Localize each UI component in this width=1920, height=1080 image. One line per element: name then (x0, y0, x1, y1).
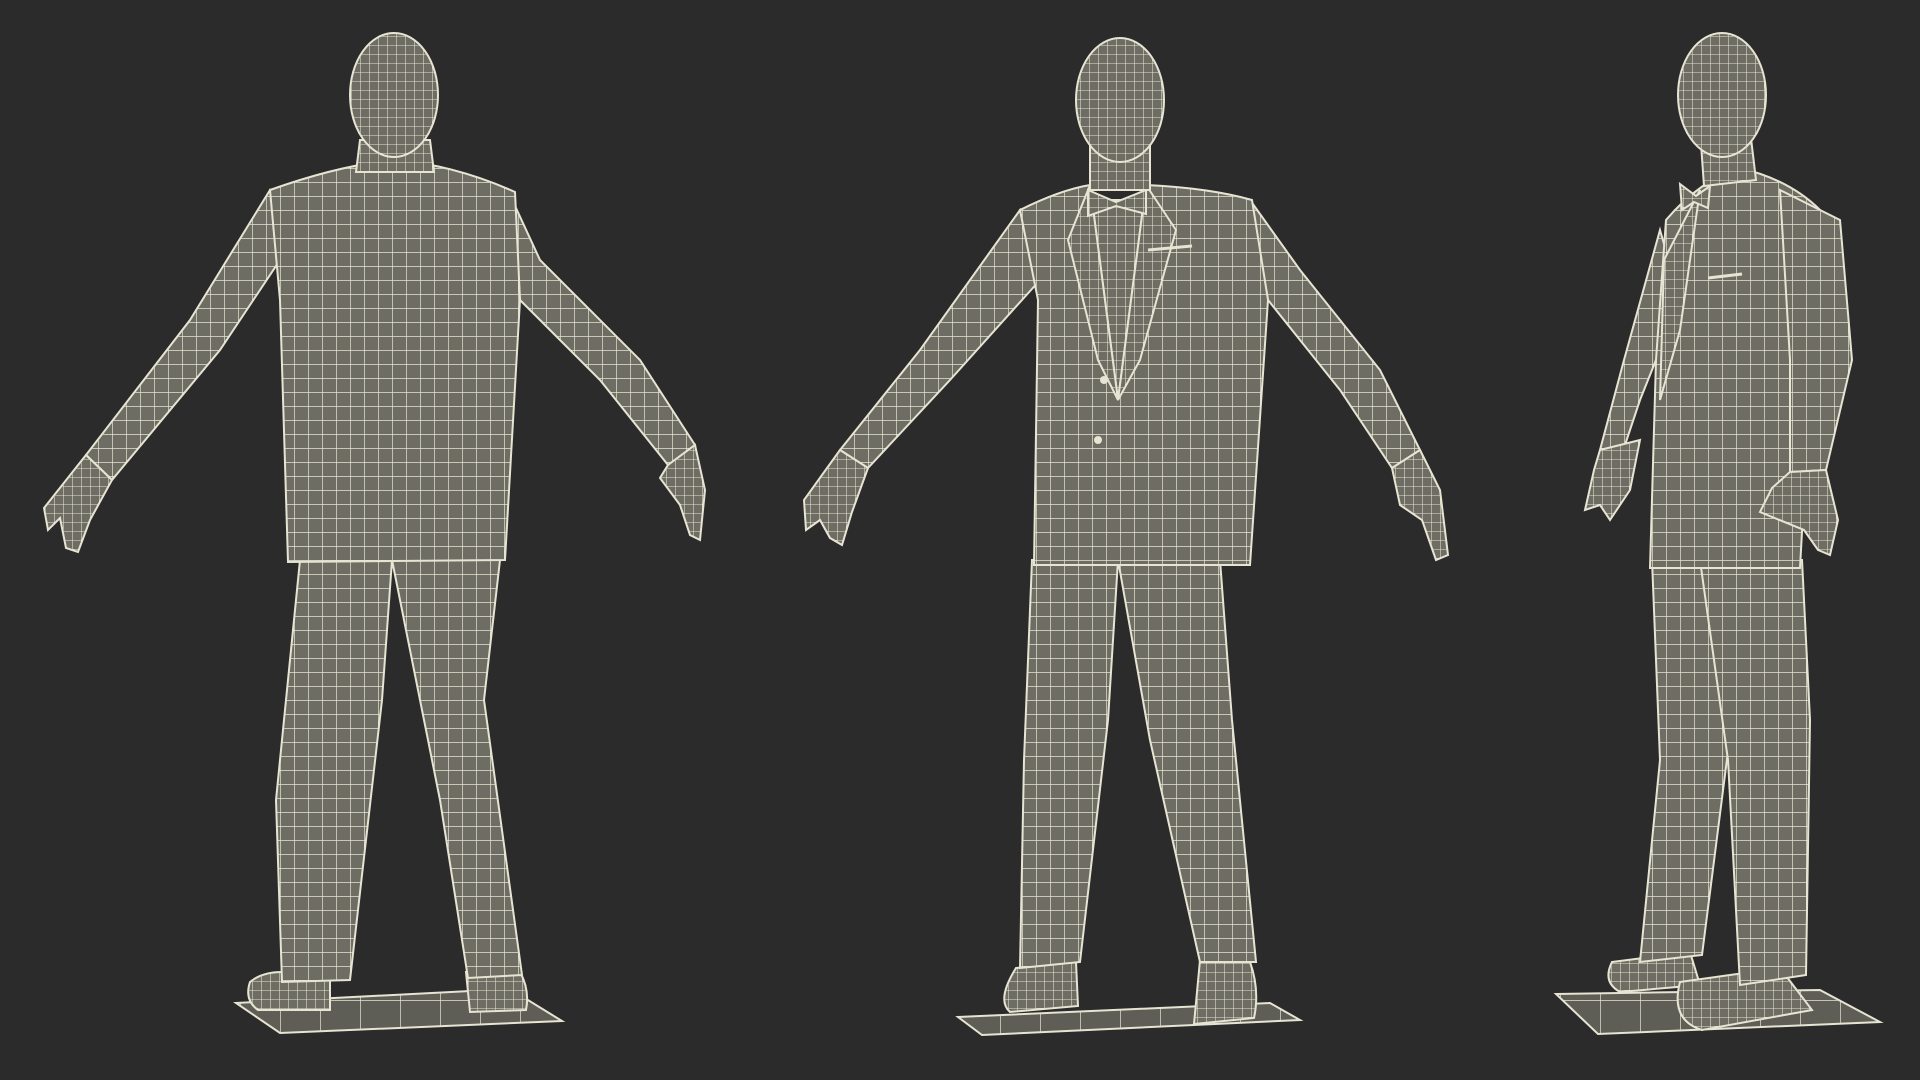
right-hand (1390, 448, 1450, 562)
left-leg (1018, 559, 1120, 970)
left-hand (802, 448, 870, 547)
left-arm (838, 207, 1042, 470)
mannequin-front-view (802, 37, 1450, 1037)
mannequin-three-quarter-view (1553, 32, 1884, 1036)
right-arm (1249, 199, 1422, 470)
mannequin-back-view (42, 32, 707, 1035)
right-shoe (1192, 958, 1258, 1026)
right-leg (1116, 559, 1258, 963)
jacket-button (1094, 436, 1102, 444)
right-leg (390, 559, 524, 980)
jacket-button (1100, 376, 1108, 384)
left-shoe (1003, 960, 1080, 1014)
wireframe-render-scene (42, 32, 1884, 1037)
head (349, 32, 439, 158)
right-arm (509, 194, 697, 467)
left-leg (274, 559, 394, 984)
left-arm (84, 188, 302, 482)
render-viewport (0, 0, 1920, 1080)
jacket-back (268, 158, 522, 564)
right-arm (1778, 188, 1854, 474)
head (1677, 32, 1767, 158)
left-hand (42, 453, 114, 554)
head (1075, 37, 1165, 163)
left-hand (1583, 438, 1642, 522)
